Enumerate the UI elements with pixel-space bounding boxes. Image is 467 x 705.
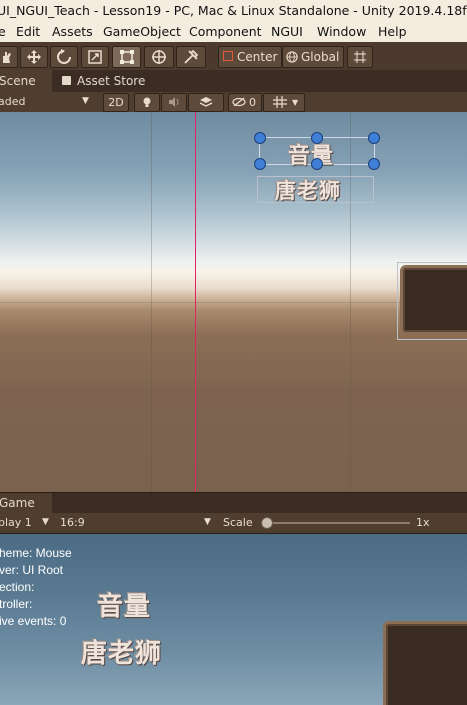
tab-scene-label: Scene xyxy=(0,74,36,88)
game-panel-sprite xyxy=(383,621,467,705)
tab-game[interactable]: Game xyxy=(0,493,52,514)
scale-label: Scale xyxy=(223,514,259,531)
grid-icon xyxy=(273,96,287,108)
main-toolbar: Center Global xyxy=(0,42,467,71)
toggle-2d-button[interactable]: 2D xyxy=(103,93,129,112)
debug-active-events: ive events: 0 xyxy=(0,614,67,628)
resize-handle[interactable] xyxy=(368,158,380,170)
globe-icon xyxy=(286,51,298,63)
aspect-label: 16:9 xyxy=(60,516,85,529)
hand-icon xyxy=(3,52,11,63)
window-title: UI_NGUI_Teach - Lesson19 - PC, Mac & Lin… xyxy=(0,3,467,18)
menu-file[interactable]: e xyxy=(0,22,6,42)
chevron-down-icon: ▼ xyxy=(82,96,89,106)
scene-label-name[interactable]: 唐老狮 xyxy=(275,175,341,205)
pivot-icon xyxy=(223,51,233,61)
menu-gameobject[interactable]: GameObject xyxy=(103,22,181,42)
effects-dropdown[interactable] xyxy=(188,93,224,112)
menu-edit[interactable]: Edit xyxy=(16,22,40,42)
shading-mode-label: aded xyxy=(0,95,26,108)
custom-tool-button[interactable] xyxy=(176,46,206,68)
tools-icon xyxy=(184,49,199,64)
lightbulb-icon xyxy=(143,97,151,107)
game-label-name: 唐老狮 xyxy=(81,639,163,669)
eye-slash-icon xyxy=(232,97,246,107)
tab-asset-store-label: Asset Store xyxy=(77,74,146,88)
game-view-toolbar: play 1 ▼ 16:9 ▼ Scale 1x xyxy=(0,513,467,534)
space-global-toggle[interactable]: Global xyxy=(282,46,344,68)
scene-view-viewport[interactable]: 音量 唐老狮 xyxy=(0,112,467,492)
display-label: play 1 xyxy=(0,516,32,529)
scale-label-text: Scale xyxy=(223,516,253,529)
scale-icon xyxy=(88,50,102,64)
scale-tool-button[interactable] xyxy=(81,46,109,68)
toggle-2d-label: 2D xyxy=(108,96,124,109)
scene-view-toolbar: aded ▼ 2D 0 ▼ xyxy=(0,92,467,113)
menu-component[interactable]: Component xyxy=(189,22,262,42)
speaker-icon xyxy=(169,97,179,107)
display-dropdown[interactable]: play 1 ▼ xyxy=(0,514,54,531)
menu-bar: e Edit Assets GameObject Component NGUI … xyxy=(0,22,467,42)
tab-game-label: Game xyxy=(0,496,35,510)
scale-value: 1x xyxy=(416,514,436,531)
game-tab-bar: Game xyxy=(0,492,467,514)
rotate-tool-button[interactable] xyxy=(50,46,78,68)
resize-handle[interactable] xyxy=(254,132,266,144)
shopping-bag-icon xyxy=(62,76,71,85)
selection-guide-line xyxy=(195,112,196,492)
debug-hover: ver: UI Root xyxy=(0,563,64,577)
rect-tool-button[interactable] xyxy=(112,46,141,68)
move-arrows-icon xyxy=(27,50,41,64)
scale-slider-thumb[interactable] xyxy=(261,517,273,529)
rotate-icon xyxy=(57,49,71,64)
menu-help[interactable]: Help xyxy=(378,22,407,42)
scene-tab-bar: Scene Asset Store xyxy=(0,70,467,92)
chevron-down-icon: ▼ xyxy=(42,517,49,527)
resize-handle[interactable] xyxy=(368,132,380,144)
menu-assets[interactable]: Assets xyxy=(52,22,93,42)
chevron-down-icon: ▼ xyxy=(292,98,299,107)
shading-mode-dropdown[interactable]: aded ▼ xyxy=(0,93,96,110)
hand-tool-button[interactable] xyxy=(0,46,18,68)
pivot-label: Center xyxy=(237,50,278,64)
scene-panel-sprite[interactable] xyxy=(400,265,467,335)
debug-selection: ection: xyxy=(0,580,35,594)
window-title-bar: UI_NGUI_Teach - Lesson19 - PC, Mac & Lin… xyxy=(0,0,467,22)
grid-snap-icon xyxy=(354,51,366,63)
tab-asset-store[interactable]: Asset Store xyxy=(58,70,148,92)
resize-handle[interactable] xyxy=(311,132,323,144)
hidden-count: 0 xyxy=(249,96,256,109)
scale-slider-track[interactable] xyxy=(264,522,410,524)
menu-ngui[interactable]: NGUI xyxy=(271,22,303,42)
game-view-viewport[interactable]: heme: Mouse ver: UI Root ection: troller… xyxy=(0,534,467,705)
grid-toggle-dropdown[interactable]: ▼ xyxy=(263,93,305,112)
chevron-down-icon: ▼ xyxy=(204,517,211,527)
transform-gizmo-icon xyxy=(152,50,166,64)
game-label-volume: 音量 xyxy=(97,592,152,622)
lighting-toggle[interactable] xyxy=(134,93,160,112)
resize-handle[interactable] xyxy=(311,158,323,170)
debug-scheme: heme: Mouse xyxy=(0,546,72,560)
transform-tool-button[interactable] xyxy=(144,46,174,68)
audio-toggle[interactable] xyxy=(161,93,187,112)
move-tool-button[interactable] xyxy=(20,46,48,68)
snap-grid-button[interactable] xyxy=(347,46,373,68)
hidden-objects-toggle[interactable]: 0 xyxy=(228,93,262,112)
scale-value-text: 1x xyxy=(416,516,430,529)
rect-transform-icon xyxy=(119,50,134,64)
aspect-dropdown[interactable]: 16:9 ▼ xyxy=(60,514,216,531)
effects-layers-icon xyxy=(199,97,213,107)
pivot-center-toggle[interactable]: Center xyxy=(218,46,282,68)
resize-handle[interactable] xyxy=(254,158,266,170)
space-label: Global xyxy=(301,50,340,64)
tab-scene[interactable]: Scene xyxy=(0,70,52,92)
menu-window[interactable]: Window xyxy=(317,22,366,42)
debug-controller: troller: xyxy=(0,597,33,611)
